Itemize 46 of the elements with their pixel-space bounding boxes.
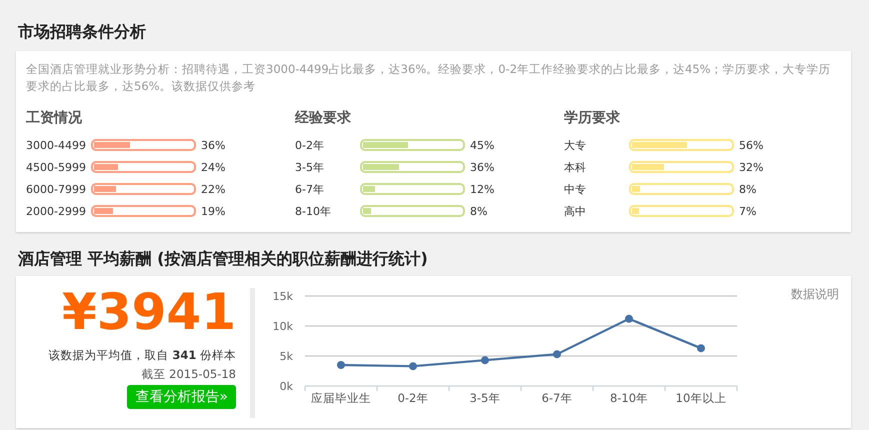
axis-tick-label: 5k xyxy=(280,350,293,363)
report-button[interactable]: 查看分析报告» xyxy=(127,385,236,409)
percent-text: 36% xyxy=(470,160,494,174)
percent-text: 19% xyxy=(201,204,226,218)
percent-text: 8% xyxy=(470,204,488,218)
row-label: 0-2年 xyxy=(295,138,325,152)
axis-category-label: 8-10年 xyxy=(610,391,648,405)
row-label: 高中 xyxy=(564,204,587,218)
row-label: 2000-2999 xyxy=(26,204,87,218)
group-title: 工资情况 xyxy=(26,109,83,127)
row-label: 8-10年 xyxy=(295,204,332,218)
section-title: 市场招聘条件分析 xyxy=(18,22,147,43)
percent-text: 36% xyxy=(201,138,226,152)
percent-text: 24% xyxy=(201,160,226,174)
data-note-link[interactable]: 数据说明 xyxy=(791,286,839,303)
percent-text: 32% xyxy=(739,160,764,174)
percent-text: 22% xyxy=(201,182,226,196)
percent-text: 8% xyxy=(739,182,756,196)
group-title: 经验要求 xyxy=(295,109,352,127)
axis-tick-label: 10k xyxy=(272,320,293,333)
axis-category-label: 3-5年 xyxy=(470,391,500,405)
percent-text: 7% xyxy=(739,204,756,218)
percent-text: 45% xyxy=(470,138,494,152)
axis-tick-label: 0k xyxy=(280,380,293,393)
axis-tick-label: 15k xyxy=(272,290,293,303)
row-label: 本科 xyxy=(564,160,587,174)
row-label: 6000-7999 xyxy=(26,182,87,196)
row-label: 4500-5999 xyxy=(26,160,87,174)
date-label: 截至 xyxy=(142,367,166,381)
percent-text: 56% xyxy=(739,138,764,152)
row-label: 3000-4499 xyxy=(26,138,87,152)
axis-category-label: 10年以上 xyxy=(676,391,726,405)
row-label: 3-5年 xyxy=(295,160,325,174)
average-salary: ¥3941 xyxy=(62,284,236,340)
percent-text: 12% xyxy=(470,182,494,196)
row-label: 6-7年 xyxy=(295,182,325,196)
row-label: 中专 xyxy=(564,182,587,196)
row-label: 大专 xyxy=(564,138,587,152)
group-title: 学历要求 xyxy=(564,109,621,127)
axis-category-label: 0-2年 xyxy=(398,391,428,405)
date-text: 2015-05-18 xyxy=(169,367,236,381)
summary-text: 全国酒店管理就业形势分析：招聘待遇，工资3000-4499占比最多，达36%。经验要求，0-2年工作经验要求的占比最多，达45%；学历要求，大专学历要求的占比最多，达56%。该数据仅供参考 xyxy=(26,61,832,95)
sample-note: 该数据为平均值，取自 341 份样本 xyxy=(48,348,236,363)
section-title: 酒店管理 平均薪酬 (按酒店管理相关的职位薪酬进行统计) xyxy=(18,249,429,270)
axis-category-label: 6-7年 xyxy=(542,391,572,405)
axis-category-label: 应届毕业生 xyxy=(311,391,371,405)
